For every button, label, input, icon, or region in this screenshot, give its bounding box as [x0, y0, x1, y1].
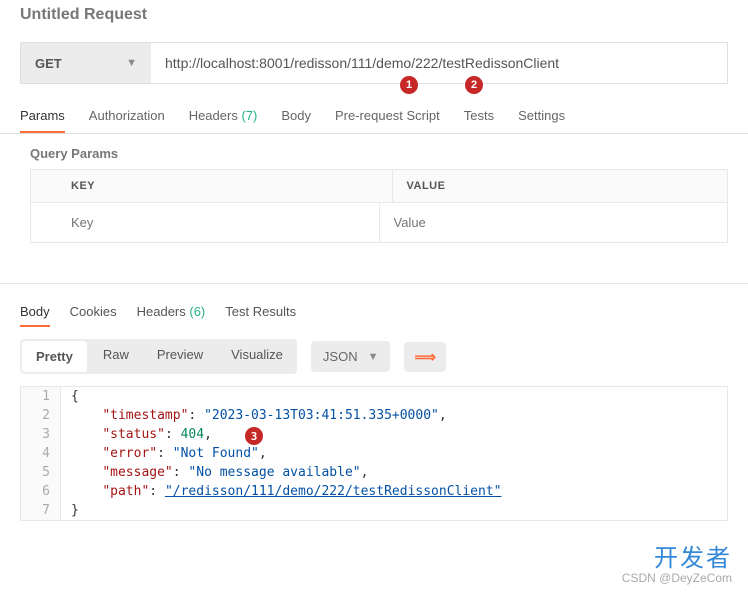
response-tab-headers[interactable]: Headers (6)	[137, 298, 206, 327]
watermark: 开发者 CSDN @DeyZeCom	[622, 538, 732, 585]
params-header: KEY VALUE	[31, 170, 727, 203]
response-tab-test-results[interactable]: Test Results	[225, 298, 296, 327]
column-value: VALUE	[393, 170, 728, 202]
request-tabs: Params Authorization Headers (7) Body Pr…	[0, 100, 748, 134]
tab-params[interactable]: Params	[20, 100, 65, 133]
tab-body[interactable]: Body	[281, 100, 311, 133]
query-params-title: Query Params	[0, 134, 748, 169]
url-bar: GET ▼	[20, 42, 728, 84]
response-tab-body[interactable]: Body	[20, 298, 50, 327]
view-raw[interactable]: Raw	[89, 339, 143, 374]
tab-tests[interactable]: Tests	[464, 100, 494, 133]
chevron-down-icon: ▼	[368, 351, 379, 363]
view-mode-group: Pretty Raw Preview Visualize	[20, 339, 297, 374]
chevron-down-icon: ▼	[126, 57, 137, 69]
view-bar: Pretty Raw Preview Visualize JSON ▼ ⟹	[0, 327, 748, 386]
format-select[interactable]: JSON ▼	[311, 341, 391, 372]
column-key: KEY	[31, 170, 393, 202]
tab-authorization[interactable]: Authorization	[89, 100, 165, 133]
tab-headers[interactable]: Headers (7)	[189, 100, 258, 133]
params-row	[31, 203, 727, 242]
annotation-1: 1	[400, 76, 418, 94]
view-pretty[interactable]: Pretty	[22, 341, 87, 372]
response-tabs: Body Cookies Headers (6) Test Results	[0, 283, 748, 327]
response-body-viewer[interactable]: 1{ 2 "timestamp": "2023-03-13T03:41:51.3…	[20, 386, 728, 521]
response-tab-cookies[interactable]: Cookies	[70, 298, 117, 327]
view-visualize[interactable]: Visualize	[217, 339, 297, 374]
tab-prerequest[interactable]: Pre-request Script	[335, 100, 440, 133]
http-method-select[interactable]: GET ▼	[21, 43, 151, 83]
method-label: GET	[35, 56, 62, 71]
annotation-3: 3	[245, 427, 263, 445]
key-input[interactable]	[31, 203, 379, 242]
tab-settings[interactable]: Settings	[518, 100, 565, 133]
url-input[interactable]	[151, 43, 727, 83]
annotation-2: 2	[465, 76, 483, 94]
view-preview[interactable]: Preview	[143, 339, 217, 374]
value-input[interactable]	[380, 203, 728, 242]
params-table: KEY VALUE	[30, 169, 728, 243]
headers-count: (7)	[241, 108, 257, 123]
response-headers-count: (6)	[189, 304, 205, 319]
request-title: Untitled Request	[0, 0, 748, 30]
wrap-lines-icon[interactable]: ⟹	[404, 342, 446, 372]
